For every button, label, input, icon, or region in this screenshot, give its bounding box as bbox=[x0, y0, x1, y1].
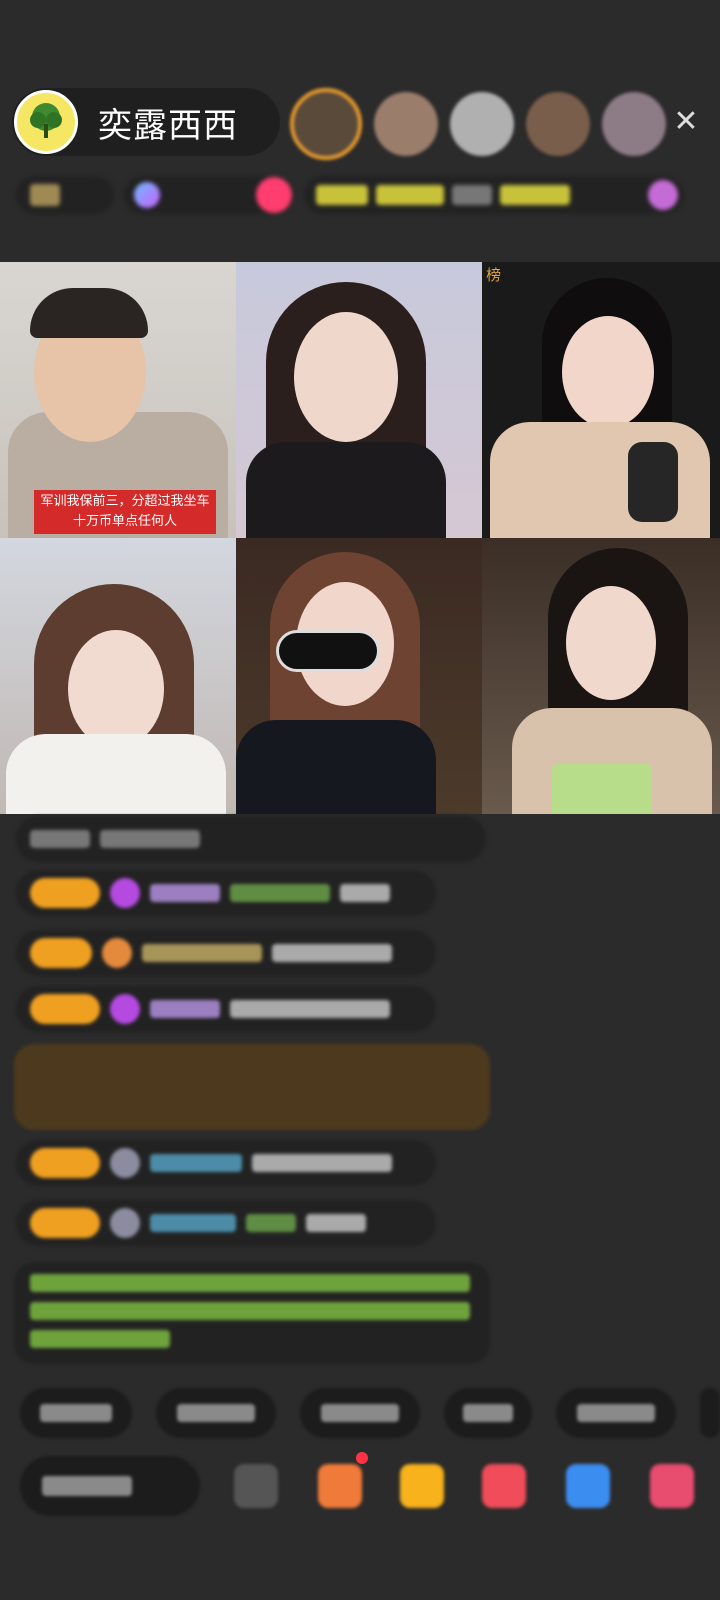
guest-face bbox=[566, 586, 656, 700]
popularity-chip[interactable] bbox=[124, 176, 294, 214]
game-icon[interactable] bbox=[566, 1464, 610, 1508]
chat-message bbox=[16, 1140, 436, 1186]
chat-message bbox=[16, 816, 486, 862]
fan-level-badge bbox=[30, 878, 100, 908]
fan-level-badge bbox=[30, 994, 100, 1024]
quick-reply-chip[interactable] bbox=[556, 1388, 676, 1438]
emoji-icon[interactable] bbox=[234, 1464, 278, 1508]
quick-reply-chip[interactable] bbox=[444, 1388, 532, 1438]
guest-face bbox=[562, 316, 654, 428]
video-tile[interactable] bbox=[482, 538, 720, 814]
comment-input[interactable] bbox=[20, 1456, 200, 1516]
viewer-avatar[interactable] bbox=[602, 92, 666, 156]
rank-chip[interactable] bbox=[16, 176, 114, 214]
fan-level-badge bbox=[30, 938, 92, 968]
quick-reply-chip[interactable] bbox=[20, 1388, 132, 1438]
fan-level-badge bbox=[30, 1148, 100, 1178]
tree-logo-icon bbox=[30, 103, 62, 138]
guest-figure bbox=[6, 734, 226, 814]
heart-badge-icon bbox=[102, 938, 132, 968]
gift-box-icon[interactable] bbox=[318, 1464, 362, 1508]
activity-chip[interactable] bbox=[304, 176, 684, 214]
video-tile[interactable] bbox=[0, 538, 236, 814]
host-info-pill[interactable]: 奕露西西 bbox=[12, 88, 280, 156]
multi-guest-video-grid: 军训我保前三，分超过我坐车十万币单点任何人 榜 bbox=[0, 262, 720, 814]
chat-message bbox=[14, 1262, 490, 1364]
system-notice-message bbox=[14, 1044, 490, 1130]
guest-figure bbox=[236, 720, 436, 814]
user-avatar bbox=[110, 1148, 140, 1178]
quick-reply-chip[interactable] bbox=[700, 1388, 720, 1438]
microphone-icon bbox=[628, 442, 678, 522]
video-tile[interactable]: 军训我保前三，分超过我坐车十万币单点任何人 bbox=[0, 262, 236, 538]
quick-reply-chip[interactable] bbox=[156, 1388, 276, 1438]
guest-face bbox=[294, 312, 398, 442]
diamond-icon bbox=[110, 994, 140, 1024]
video-tile[interactable] bbox=[236, 538, 482, 814]
guest-figure bbox=[246, 442, 446, 538]
top-viewers-list bbox=[290, 88, 666, 160]
live-room-screen: 奕露西西 ✕ 军训我保前三，分超过我坐车十万币单点任何人 榜 bbox=[0, 0, 720, 1600]
viewer-avatar[interactable] bbox=[450, 92, 514, 156]
user-avatar bbox=[110, 1208, 140, 1238]
more-icon[interactable] bbox=[650, 1464, 694, 1508]
viewer-avatar[interactable] bbox=[290, 88, 362, 160]
notification-dot bbox=[356, 1452, 368, 1464]
chat-message bbox=[16, 930, 436, 976]
close-icon[interactable]: ✕ bbox=[670, 106, 702, 138]
viewer-avatar[interactable] bbox=[374, 92, 438, 156]
diamond-icon bbox=[110, 878, 140, 908]
sunglasses bbox=[276, 630, 380, 672]
quick-reply-chip[interactable] bbox=[300, 1388, 420, 1438]
video-tile[interactable]: 榜 bbox=[482, 262, 720, 538]
fan-level-badge bbox=[30, 1208, 100, 1238]
rank-badge: 榜 bbox=[486, 266, 502, 284]
room-info-row bbox=[16, 172, 702, 218]
video-tile[interactable] bbox=[236, 262, 482, 538]
heart-icon[interactable] bbox=[482, 1464, 526, 1508]
chat-message bbox=[16, 986, 436, 1032]
guest-face bbox=[68, 630, 164, 748]
chat-message bbox=[16, 870, 436, 916]
host-avatar[interactable] bbox=[14, 90, 78, 154]
wallet-icon[interactable] bbox=[400, 1464, 444, 1508]
guest-caption-banner: 军训我保前三，分超过我坐车十万币单点任何人 bbox=[34, 490, 216, 534]
viewer-avatar[interactable] bbox=[526, 92, 590, 156]
chat-message bbox=[16, 1200, 436, 1246]
host-name: 奕露西西 bbox=[98, 105, 238, 146]
